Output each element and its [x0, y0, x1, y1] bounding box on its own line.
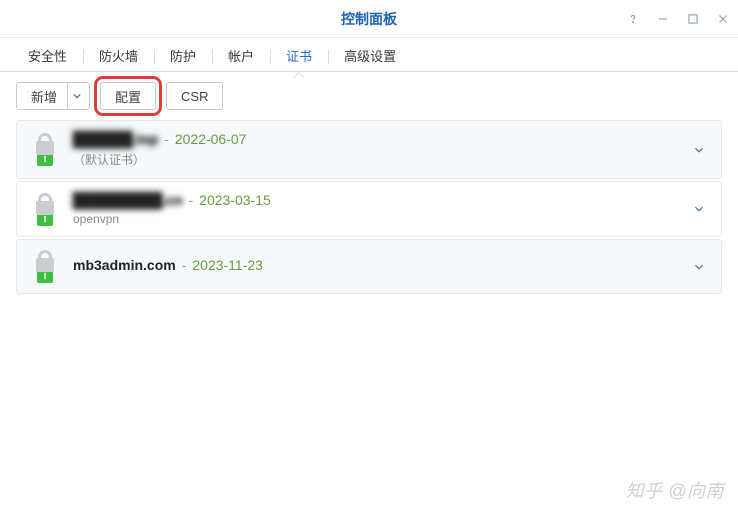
close-icon[interactable]: [714, 10, 732, 28]
tab-account[interactable]: 帐户: [216, 43, 266, 71]
certificate-expiry: 2023-11-23: [192, 257, 263, 273]
minimize-icon[interactable]: [654, 10, 672, 28]
toolbar: 新增 配置 CSR: [0, 72, 738, 120]
watermark: 知乎 @向南: [626, 477, 724, 503]
tab-advanced[interactable]: 高级设置: [332, 43, 408, 71]
tab-label: 防火墙: [99, 49, 138, 64]
add-button[interactable]: 新增: [16, 82, 90, 110]
window-title: 控制面板: [341, 9, 397, 29]
add-label: 新增: [31, 87, 57, 106]
separator: -: [182, 257, 187, 273]
certificate-subtitle: openvpn: [73, 212, 687, 226]
tab-bar: 安全性 防火墙 防护 帐户 证书 高级设置: [0, 38, 738, 72]
tab-protection[interactable]: 防护: [158, 43, 208, 71]
csr-label: CSR: [181, 89, 208, 104]
tab-firewall[interactable]: 防火墙: [87, 43, 150, 71]
chevron-down-icon[interactable]: [687, 202, 711, 216]
tab-label: 安全性: [28, 49, 67, 64]
certificate-row[interactable]: ██████.top - 2022-06-07 （默认证书）: [16, 120, 722, 179]
certificate-expiry: 2023-03-15: [199, 192, 271, 208]
certificate-info: █████████.cn - 2023-03-15 openvpn: [73, 192, 687, 226]
lock-icon: [27, 193, 63, 226]
tab-security[interactable]: 安全性: [16, 43, 79, 71]
certificate-domain: mb3admin.com: [73, 257, 176, 273]
certificate-expiry: 2022-06-07: [175, 131, 247, 147]
separator: -: [164, 131, 169, 147]
tab-certificate[interactable]: 证书: [274, 43, 324, 71]
certificate-subtitle: （默认证书）: [73, 151, 687, 168]
chevron-down-icon[interactable]: [67, 83, 85, 109]
certificate-row[interactable]: █████████.cn - 2023-03-15 openvpn: [16, 181, 722, 237]
lock-icon: [27, 133, 63, 166]
certificate-info: ██████.top - 2022-06-07 （默认证书）: [73, 131, 687, 168]
certificate-row[interactable]: mb3admin.com - 2023-11-23: [16, 239, 722, 294]
configure-label: 配置: [115, 87, 141, 106]
lock-icon: [27, 250, 63, 283]
tab-label: 防护: [170, 49, 196, 64]
tab-label: 帐户: [228, 49, 254, 64]
certificate-info: mb3admin.com - 2023-11-23: [73, 257, 687, 277]
certificate-domain: ██████.top: [73, 131, 158, 147]
help-icon[interactable]: [624, 10, 642, 28]
title-bar: 控制面板: [0, 0, 738, 38]
separator: -: [189, 192, 194, 208]
maximize-icon[interactable]: [684, 10, 702, 28]
certificate-domain: █████████.cn: [73, 192, 183, 208]
certificate-list: ██████.top - 2022-06-07 （默认证书） █████████…: [0, 120, 738, 294]
window-controls: [624, 0, 732, 38]
chevron-down-icon[interactable]: [687, 260, 711, 274]
chevron-down-icon[interactable]: [687, 143, 711, 157]
csr-button[interactable]: CSR: [166, 82, 223, 110]
configure-button[interactable]: 配置: [100, 82, 156, 110]
tab-label: 高级设置: [344, 49, 396, 64]
tab-label: 证书: [286, 49, 312, 64]
